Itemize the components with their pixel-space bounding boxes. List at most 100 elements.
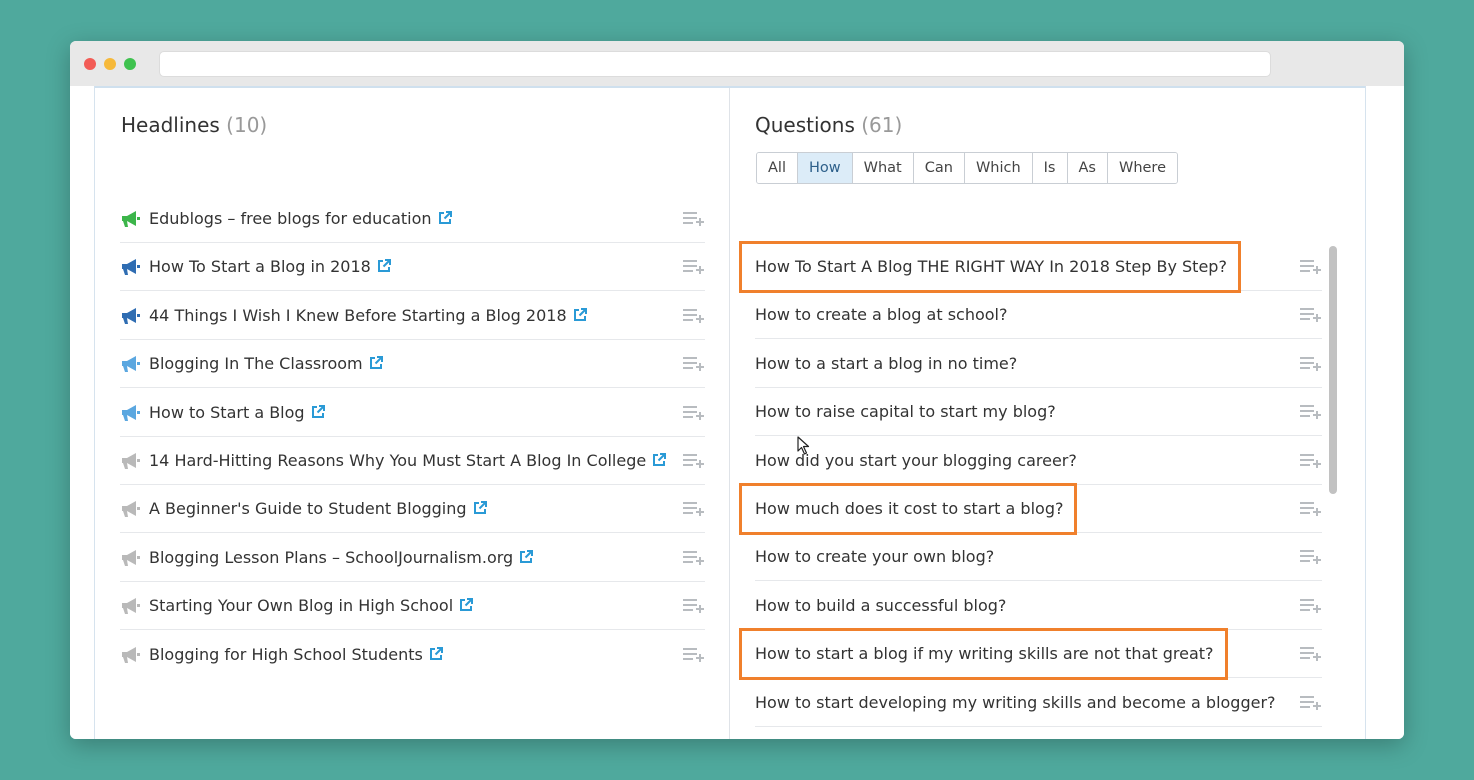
question-row[interactable]: How to create a blog at school? xyxy=(755,291,1322,340)
mouse-cursor-icon xyxy=(797,436,810,455)
megaphone-icon xyxy=(122,598,140,615)
question-row[interactable]: How to start developing my writing skill… xyxy=(755,679,1322,727)
headline-row[interactable]: A Beginner's Guide to Student Blogging xyxy=(120,485,705,534)
filter-tab-all[interactable]: All xyxy=(757,153,798,183)
add-to-list-icon[interactable] xyxy=(1300,453,1322,469)
filter-tab-where[interactable]: Where xyxy=(1107,153,1177,183)
headline-text[interactable]: Starting Your Own Blog in High School xyxy=(149,596,474,616)
add-to-list-icon[interactable] xyxy=(1300,404,1322,420)
questions-count: (61) xyxy=(861,113,903,137)
question-row[interactable]: How did you start your blogging career? xyxy=(755,437,1322,485)
external-link-icon[interactable] xyxy=(573,307,587,322)
question-row[interactable]: How to create your own blog? xyxy=(755,533,1322,582)
add-to-list-icon[interactable] xyxy=(1300,307,1322,323)
add-to-list-icon[interactable] xyxy=(1300,695,1322,711)
add-to-list-icon[interactable] xyxy=(683,356,705,372)
headline-text[interactable]: 44 Things I Wish I Knew Before Starting … xyxy=(149,306,587,325)
filter-tab-what[interactable]: What xyxy=(852,153,914,183)
external-link-icon[interactable] xyxy=(429,646,443,661)
add-to-list-icon[interactable] xyxy=(683,501,705,517)
question-text[interactable]: How to a start a blog in no time? xyxy=(755,354,1017,373)
headline-text[interactable]: A Beginner's Guide to Student Blogging xyxy=(149,499,487,518)
headline-text[interactable]: How To Start a Blog in 2018 xyxy=(149,257,391,276)
headline-label: A Beginner's Guide to Student Blogging xyxy=(149,499,467,519)
question-text[interactable]: How to create your own blog? xyxy=(755,547,994,566)
filter-tab-how[interactable]: How xyxy=(797,153,853,183)
megaphone-icon xyxy=(122,356,140,373)
add-to-list-icon[interactable] xyxy=(683,453,705,469)
page-content: Headlines (10) Edublogs – free blogs for… xyxy=(70,86,1404,739)
headline-label: Starting Your Own Blog in High School xyxy=(149,596,454,616)
headline-label: 44 Things I Wish I Knew Before Starting … xyxy=(149,305,567,325)
megaphone-icon xyxy=(122,453,140,469)
add-to-list-icon[interactable] xyxy=(683,211,705,227)
headline-row[interactable]: Edublogs – free blogs for education xyxy=(120,195,705,243)
add-to-list-icon[interactable] xyxy=(1300,259,1322,275)
headline-label: Blogging Lesson Plans – SchoolJournalism… xyxy=(149,547,514,567)
add-to-list-icon[interactable] xyxy=(683,308,705,324)
question-text[interactable]: How to raise capital to start my blog? xyxy=(755,402,1056,421)
megaphone-icon xyxy=(122,404,140,421)
headline-text[interactable]: Blogging In The Classroom xyxy=(149,354,383,373)
headline-row[interactable]: Blogging In The Classroom xyxy=(120,340,705,389)
headline-label: How To Start a Blog in 2018 xyxy=(149,257,371,277)
add-to-list-icon[interactable] xyxy=(1300,549,1322,565)
close-window-button[interactable] xyxy=(84,58,96,70)
megaphone-icon xyxy=(122,549,140,566)
filter-tab-can[interactable]: Can xyxy=(913,153,965,183)
headline-label: 14 Hard-Hitting Reasons Why You Must Sta… xyxy=(149,451,647,470)
headline-label: How to Start a Blog xyxy=(149,402,305,422)
headline-text[interactable]: Blogging Lesson Plans – SchoolJournalism… xyxy=(149,547,534,567)
add-to-list-icon[interactable] xyxy=(1300,356,1322,372)
external-link-icon[interactable] xyxy=(377,259,391,273)
filter-tab-as[interactable]: As xyxy=(1067,153,1108,183)
question-row[interactable]: How to raise capital to start my blog? xyxy=(755,388,1322,437)
add-to-list-icon[interactable] xyxy=(1300,501,1322,517)
highlight-box xyxy=(739,483,1078,535)
megaphone-icon xyxy=(122,646,140,663)
headline-label: Edublogs – free blogs for education xyxy=(149,209,432,228)
headlines-title-label: Headlines xyxy=(121,113,220,137)
questions-title: Questions (61) xyxy=(755,113,902,137)
external-link-icon[interactable] xyxy=(652,453,667,467)
minimize-window-button[interactable] xyxy=(104,58,116,70)
question-text[interactable]: How to start developing my writing skill… xyxy=(755,693,1276,712)
external-link-icon[interactable] xyxy=(473,501,487,515)
headline-text[interactable]: 14 Hard-Hitting Reasons Why You Must Sta… xyxy=(149,451,667,470)
external-link-icon[interactable] xyxy=(311,404,325,419)
address-bar[interactable] xyxy=(159,51,1271,77)
add-to-list-icon[interactable] xyxy=(1300,598,1322,614)
add-to-list-icon[interactable] xyxy=(683,647,705,663)
filter-tab-is[interactable]: Is xyxy=(1032,153,1068,183)
questions-scrollbar[interactable] xyxy=(1329,246,1337,494)
highlight-box xyxy=(739,628,1228,681)
add-to-list-icon[interactable] xyxy=(683,598,705,614)
headline-row[interactable]: 14 Hard-Hitting Reasons Why You Must Sta… xyxy=(120,437,705,485)
headline-row[interactable]: Starting Your Own Blog in High School xyxy=(120,582,705,631)
question-row[interactable]: How to a start a blog in no time? xyxy=(755,340,1322,388)
browser-window: Headlines (10) Edublogs – free blogs for… xyxy=(70,41,1404,739)
question-row[interactable]: How to start a blog about something I'm … xyxy=(755,727,1322,739)
maximize-window-button[interactable] xyxy=(124,58,136,70)
external-link-icon[interactable] xyxy=(438,211,452,225)
question-text[interactable]: How to build a successful blog? xyxy=(755,596,1006,615)
add-to-list-icon[interactable] xyxy=(683,259,705,275)
question-row[interactable]: How to build a successful blog? xyxy=(755,582,1322,630)
headline-row[interactable]: How To Start a Blog in 2018 xyxy=(120,243,705,292)
headline-text[interactable]: Blogging for High School Students xyxy=(149,645,443,664)
headline-row[interactable]: Blogging for High School Students xyxy=(120,631,705,679)
headline-row[interactable]: Blogging Lesson Plans – SchoolJournalism… xyxy=(120,534,705,582)
headline-row[interactable]: 44 Things I Wish I Knew Before Starting … xyxy=(120,292,705,340)
external-link-icon[interactable] xyxy=(459,598,474,612)
add-to-list-icon[interactable] xyxy=(683,405,705,421)
headline-text[interactable]: Edublogs – free blogs for education xyxy=(149,209,452,228)
question-text[interactable]: How to create a blog at school? xyxy=(755,305,1008,324)
add-to-list-icon[interactable] xyxy=(1300,646,1322,662)
headline-text[interactable]: How to Start a Blog xyxy=(149,403,325,422)
headline-row[interactable]: How to Start a Blog xyxy=(120,389,705,437)
external-link-icon[interactable] xyxy=(519,549,534,564)
filter-tab-which[interactable]: Which xyxy=(964,153,1033,183)
megaphone-icon xyxy=(122,307,140,324)
external-link-icon[interactable] xyxy=(369,356,383,370)
add-to-list-icon[interactable] xyxy=(683,550,705,566)
